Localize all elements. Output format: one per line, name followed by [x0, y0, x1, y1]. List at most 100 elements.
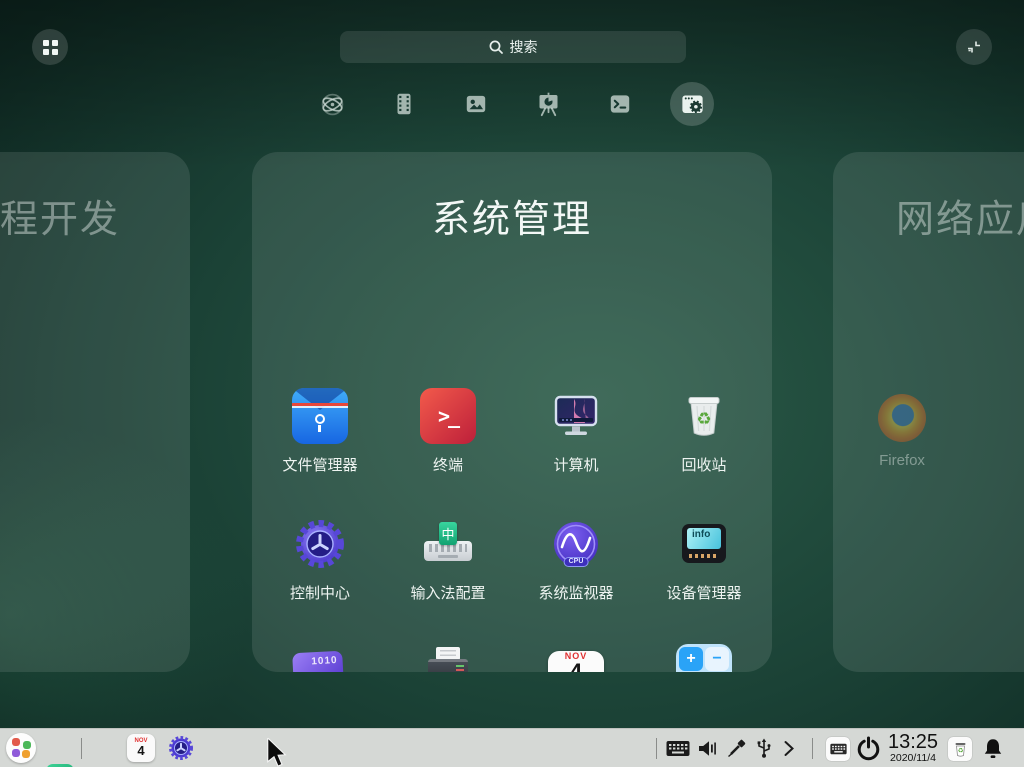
app-item-firefox[interactable]: Firefox	[847, 392, 957, 469]
clock-time: 13:25	[884, 732, 942, 752]
recycle-glyph: ♻	[696, 410, 711, 429]
category-panel-internet[interactable]: 网络应用 Firefox	[833, 152, 1024, 672]
virtual-keyboard-icon	[830, 743, 847, 755]
svg-text:♻: ♻	[957, 748, 963, 755]
trash-dock-button[interactable]: ♻	[948, 737, 972, 761]
exit-fullscreen-button[interactable]	[956, 29, 992, 65]
firefox-icon	[878, 394, 926, 442]
launcher-dot-purple	[12, 749, 20, 757]
calendar-dock-icon[interactable]: NOV 4	[127, 734, 155, 762]
trash-bin-icon: ♻	[676, 388, 732, 444]
log-digits: 1010	[311, 655, 338, 667]
app-item-system-monitor[interactable]: CPU 系统监视器	[512, 516, 640, 644]
category-panel-system: 系统管理 文件管理器 >_ 终端	[252, 152, 772, 672]
category-system[interactable]	[670, 82, 714, 126]
category-bar	[310, 82, 714, 126]
desktop-launcher-fullscreen: 搜索	[0, 0, 1024, 767]
terminal-prompt-glyph: >_	[438, 404, 458, 428]
zhong-badge: 中	[439, 522, 457, 545]
search-icon	[489, 40, 503, 54]
app-item-print-manager[interactable]: 打印管理器	[384, 644, 512, 672]
internet-atom-icon	[319, 91, 346, 118]
app-label: 输入法配置	[384, 582, 512, 603]
category-graphics[interactable]	[454, 82, 498, 126]
tray-divider	[656, 738, 657, 759]
clock-date: 2020/11/4	[884, 752, 942, 764]
info-label: info	[692, 529, 710, 540]
exit-fullscreen-icon	[965, 38, 983, 56]
app-label: 设备管理器	[640, 582, 768, 603]
cpu-badge: CPU	[564, 557, 589, 567]
keyboard-layout-tray-icon[interactable]	[666, 740, 690, 762]
control-center-gear-icon	[292, 516, 348, 572]
film-strip-icon	[391, 91, 417, 117]
usb-device-tray-icon[interactable]	[756, 738, 772, 764]
launcher-dock-button[interactable]	[6, 733, 36, 763]
control-center-dock-icon[interactable]	[167, 734, 195, 767]
launcher-dot-red	[12, 738, 20, 746]
presentation-board-icon	[535, 91, 562, 118]
search-placeholder: 搜索	[510, 37, 538, 57]
log-collector-icon: 1010	[292, 644, 348, 672]
launcher-dot-orange	[22, 750, 30, 758]
app-item-control-center[interactable]: 控制中心	[256, 516, 384, 644]
mouse-cursor	[266, 738, 292, 767]
device-manager-chip-icon: info	[676, 516, 732, 572]
tray-expand-chevron[interactable]	[783, 739, 795, 763]
app-label: 控制中心	[256, 582, 384, 603]
category-internet[interactable]	[310, 82, 354, 126]
file-manager-icon	[292, 388, 348, 444]
app-grid-icon	[43, 40, 58, 55]
panel-title: 编程开发	[0, 188, 120, 243]
app-item-terminal[interactable]: >_ 终端	[384, 388, 512, 516]
system-window-gear-icon	[679, 91, 706, 118]
system-monitor-icon: CPU	[548, 516, 604, 572]
launcher-dot-green	[23, 741, 31, 749]
app-label: 系统监视器	[512, 582, 640, 603]
search-input[interactable]: 搜索	[340, 31, 686, 63]
app-item-input-method[interactable]: 中 输入法配置	[384, 516, 512, 644]
app-item-calendar[interactable]: NOV 4 WED 日历	[512, 644, 640, 672]
calculator-icon: + − × =	[676, 644, 732, 672]
input-method-keyboard-icon: 中	[420, 516, 476, 572]
dock-calendar-day: 4	[127, 745, 155, 757]
tray-divider	[812, 738, 813, 759]
panel-title: 系统管理	[252, 188, 772, 243]
pen-input-tray-icon[interactable]	[727, 739, 746, 763]
calendar-app-icon: NOV 4 WED	[548, 651, 604, 672]
app-label: 回收站	[640, 454, 768, 475]
terminal-app-icon: >_	[420, 388, 476, 444]
picture-icon	[463, 91, 489, 117]
app-grid: 文件管理器 >_ 终端	[256, 388, 768, 672]
clock-widget[interactable]: 13:25 2020/11/4	[884, 732, 942, 764]
calc-minus-tile: −	[705, 647, 729, 671]
app-label: 文件管理器	[256, 454, 384, 475]
app-item-computer[interactable]: 计算机	[512, 388, 640, 516]
category-office[interactable]	[526, 82, 570, 126]
computer-monitor-icon	[548, 388, 604, 444]
launcher-mode-button[interactable]	[32, 29, 68, 65]
virtual-keyboard-button[interactable]	[826, 737, 850, 761]
app-item-log-viewer[interactable]: 1010 日志收集工具	[256, 644, 384, 672]
app-item-device-manager[interactable]: info 设备管理器	[640, 516, 768, 644]
trash-mini-icon: ♻	[953, 741, 968, 757]
category-development[interactable]	[598, 82, 642, 126]
app-label: Firefox	[847, 452, 957, 469]
calendar-day: 4	[548, 661, 604, 672]
app-label: 终端	[384, 454, 512, 475]
app-label: 计算机	[512, 454, 640, 475]
notifications-bell-button[interactable]	[982, 737, 1004, 765]
panel-title: 网络应用	[896, 188, 1024, 243]
app-item-trash[interactable]: ♻ 回收站	[640, 388, 768, 516]
terminal-icon	[607, 91, 633, 117]
power-button[interactable]	[856, 736, 881, 766]
app-item-file-manager[interactable]: 文件管理器	[256, 388, 384, 516]
calc-plus-tile: +	[679, 647, 703, 671]
app-item-calculator[interactable]: + − × = 计算器	[640, 644, 768, 672]
printer-icon	[420, 644, 476, 672]
category-panel-development[interactable]: 编程开发	[0, 152, 190, 672]
taskbar: NOV 4	[0, 728, 1024, 767]
category-video[interactable]	[382, 82, 426, 126]
dock-divider	[81, 738, 82, 759]
volume-tray-icon[interactable]	[697, 739, 717, 763]
